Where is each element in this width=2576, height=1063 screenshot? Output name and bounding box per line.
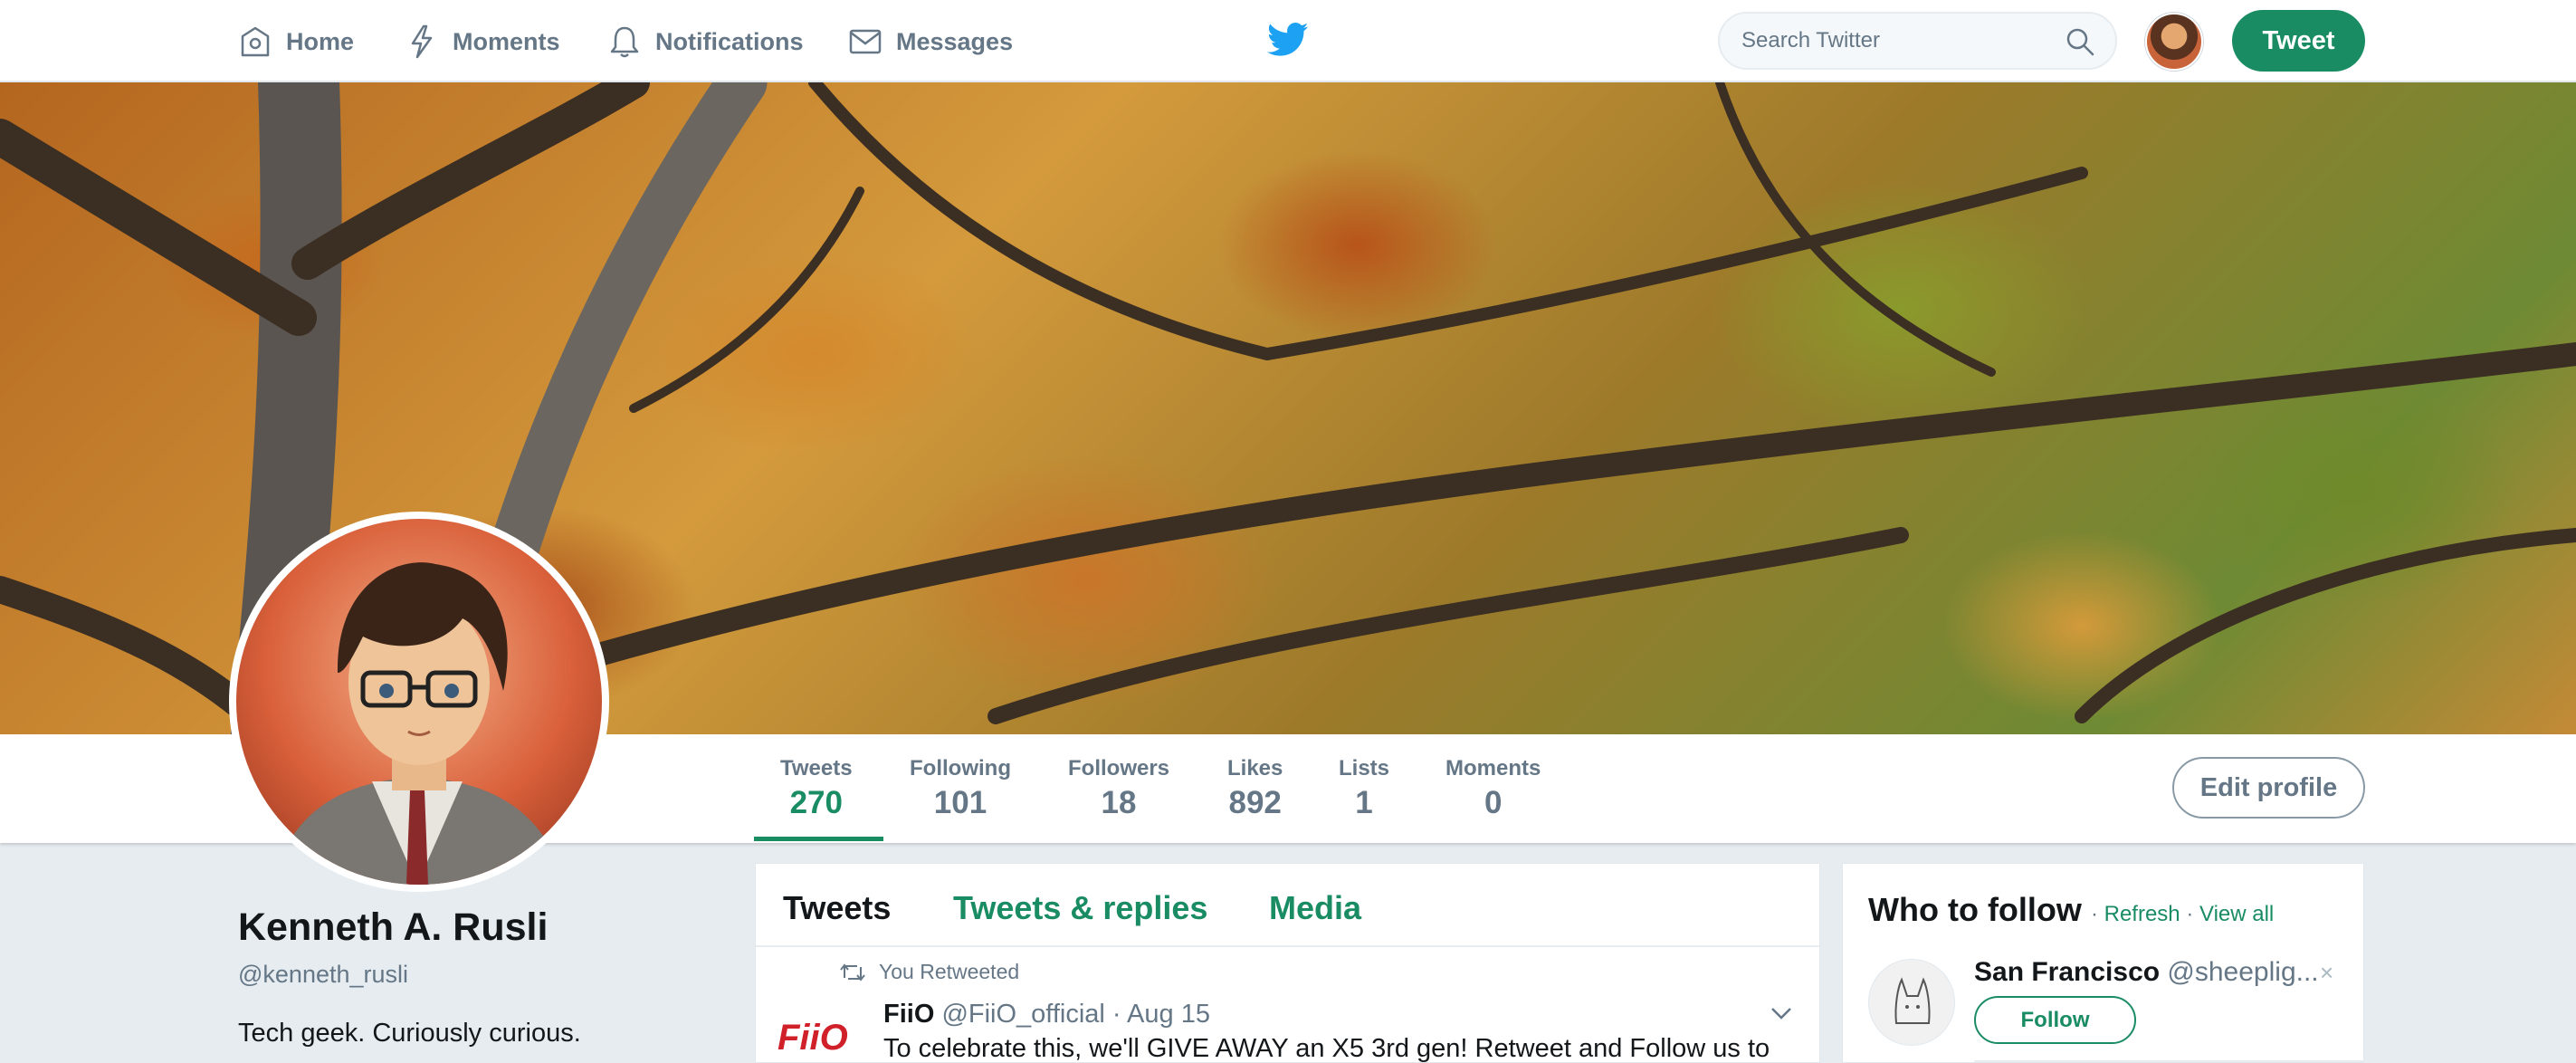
suggestion-name-line: San Francisco @sheeplig... (1974, 957, 2319, 988)
refresh-link[interactable]: Refresh (2104, 902, 2180, 926)
stat-label: Likes (1227, 756, 1283, 780)
tweet-author-name[interactable]: FiiO (883, 1000, 934, 1029)
tweet-date[interactable]: · Aug 15 (1112, 1000, 1210, 1029)
envelope-icon (849, 29, 882, 54)
profile-bio: Tech geek. Curiously curious. (238, 1019, 581, 1048)
who-to-follow-header: Who to follow · Refresh · View all (1868, 891, 2274, 929)
tweet-author-handle[interactable]: @FiiO_official (941, 1000, 1104, 1029)
active-stat-underline (754, 837, 883, 841)
stat-value: 892 (1228, 785, 1282, 820)
nav-moments[interactable]: Moments (404, 16, 560, 67)
tweet-header: FiiO @FiiO_official · Aug 15 (883, 1000, 1210, 1029)
account-avatar[interactable] (2145, 13, 2203, 71)
stat-likes[interactable]: Likes 892 (1227, 756, 1283, 821)
stat-value: 1 (1355, 785, 1373, 820)
home-icon (241, 26, 270, 57)
chevron-down-icon[interactable] (1768, 1000, 1795, 1027)
suggestion-avatar[interactable] (1868, 959, 1955, 1046)
stat-followers[interactable]: Followers 18 (1068, 756, 1169, 821)
stat-moments[interactable]: Moments 0 (1445, 756, 1541, 821)
stat-label: Followers (1068, 756, 1170, 780)
nav-messages-label: Messages (896, 27, 1014, 55)
lightning-icon (411, 24, 433, 59)
tweet-text: To celebrate this, we'll GIVE AWAY an X5… (883, 1034, 1770, 1063)
profile-handle: @kenneth_rusli (238, 961, 409, 988)
timeline: Tweets Tweets & replies Media You Retwee… (755, 863, 1820, 1063)
stat-value: 18 (1101, 785, 1137, 820)
retweet-icon (840, 962, 865, 982)
stat-label: Following (910, 756, 1011, 780)
stat-value: 270 (789, 785, 843, 820)
stat-label: Lists (1339, 756, 1390, 780)
tweet-button[interactable]: Tweet (2232, 10, 2365, 72)
suggestion-handle[interactable]: @sheeplig... (2167, 957, 2318, 987)
retweet-context-label: You Retweeted (879, 960, 1020, 983)
suggestion-name[interactable]: San Francisco (1974, 957, 2160, 987)
who-to-follow-panel: Who to follow · Refresh · View all San F… (1842, 863, 2365, 1063)
search-icon[interactable] (2065, 26, 2095, 57)
stat-value: 0 (1484, 785, 1503, 820)
twitter-bird-icon[interactable] (1267, 22, 1309, 58)
stat-label: Moments (1445, 756, 1541, 780)
nav-messages[interactable]: Messages (847, 16, 1013, 67)
bell-icon (610, 26, 639, 58)
separator-dot: · (2186, 902, 2194, 926)
top-navigation: Home Moments Notifications Messages Twee… (0, 0, 2576, 82)
nav-notifications-label: Notifications (655, 27, 804, 55)
tweet-author-avatar[interactable]: FiiO (778, 1018, 848, 1058)
edit-profile-button[interactable]: Edit profile (2172, 757, 2365, 819)
nav-home-label: Home (286, 27, 355, 55)
retweet-context: You Retweeted (839, 960, 1019, 984)
profile-avatar[interactable] (229, 512, 609, 892)
stat-following[interactable]: Following 101 (910, 756, 1011, 821)
tab-tweets-replies[interactable]: Tweets & replies (953, 889, 1207, 927)
separator-dot: · (2090, 902, 2098, 926)
close-icon[interactable]: × (2320, 959, 2333, 987)
timeline-tabs: Tweets Tweets & replies Media (756, 864, 1819, 947)
view-all-link[interactable]: View all (2199, 902, 2274, 926)
nav-notifications[interactable]: Notifications (606, 16, 804, 67)
nav-moments-label: Moments (453, 27, 560, 55)
who-to-follow-title: Who to follow (1868, 891, 2082, 928)
nav-home[interactable]: Home (237, 16, 354, 67)
tab-tweets[interactable]: Tweets (783, 889, 891, 927)
search-box (1718, 12, 2117, 70)
stat-tweets[interactable]: Tweets 270 (780, 756, 853, 821)
search-input[interactable] (1741, 14, 2076, 68)
stat-lists[interactable]: Lists 1 (1339, 756, 1389, 821)
tab-media[interactable]: Media (1269, 889, 1361, 927)
follow-button[interactable]: Follow (1974, 996, 2136, 1044)
stat-label: Tweets (780, 756, 853, 780)
stat-value: 101 (933, 785, 987, 820)
profile-name: Kenneth A. Rusli (238, 905, 549, 949)
divider (1974, 1060, 2365, 1062)
